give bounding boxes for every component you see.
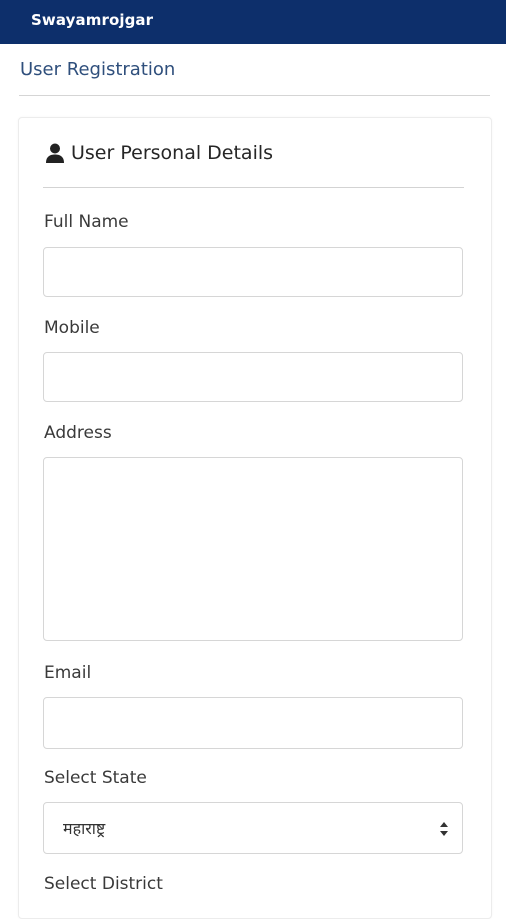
section-divider <box>43 187 464 188</box>
select-arrows-icon <box>440 821 448 836</box>
mobile-label: Mobile <box>44 318 100 338</box>
section-title: User Personal Details <box>71 142 274 164</box>
user-icon <box>44 142 66 164</box>
section-header: User Personal Details <box>44 141 273 165</box>
email-input[interactable] <box>43 697 463 749</box>
state-label: Select State <box>44 768 147 788</box>
address-textarea[interactable] <box>43 457 463 641</box>
state-select[interactable]: महाराष्ट्र <box>43 802 463 854</box>
state-selected-value: महाराष्ट्र <box>63 819 106 838</box>
email-label: Email <box>44 663 92 683</box>
address-label: Address <box>44 423 112 443</box>
page-title: User Registration <box>20 59 176 80</box>
app-header: Swayamrojgar <box>0 0 506 44</box>
district-label: Select District <box>44 874 163 894</box>
app-title: Swayamrojgar <box>31 11 154 29</box>
full-name-input[interactable] <box>43 247 463 297</box>
title-divider <box>19 95 490 96</box>
mobile-input[interactable] <box>43 352 463 402</box>
full-name-label: Full Name <box>44 212 129 232</box>
